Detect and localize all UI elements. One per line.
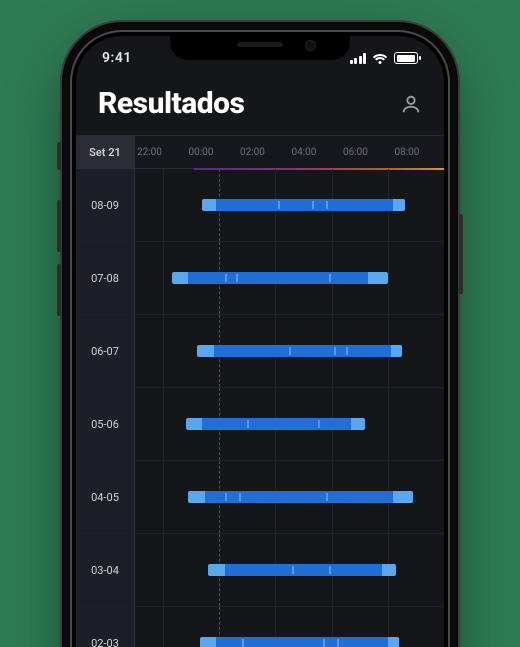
sleep-track [135, 461, 444, 533]
sleep-row[interactable]: 06-07 [76, 315, 444, 388]
silence-switch [57, 142, 61, 170]
hour-tick: 08:00 [393, 136, 445, 168]
volume-up-button [57, 200, 61, 252]
sleep-row[interactable]: 04-05 [76, 461, 444, 534]
gridline [163, 388, 164, 460]
sleep-row-label: 02-03 [76, 607, 135, 647]
gridline [163, 169, 164, 241]
wake-mark [337, 639, 339, 647]
cellular-icon [350, 53, 367, 64]
wake-mark [242, 639, 244, 647]
sleep-row[interactable]: 07-08 [76, 242, 444, 315]
sleep-bar[interactable] [172, 272, 388, 284]
sleep-track [135, 315, 444, 387]
sleep-track [135, 388, 444, 460]
gridline [388, 242, 389, 314]
wake-mark [225, 274, 227, 282]
wake-mark [292, 566, 294, 574]
power-button [459, 214, 463, 294]
sleep-bar[interactable] [186, 418, 366, 430]
wake-mark [312, 201, 314, 209]
hour-tick: 06:00 [341, 136, 393, 168]
deep-sleep-segment [216, 199, 393, 211]
deep-sleep-segment [205, 491, 393, 503]
wake-mark [346, 347, 348, 355]
sleep-row-label: 05-06 [76, 388, 135, 460]
screen: 9:41 Resultados [76, 36, 444, 647]
sleep-bar[interactable] [202, 199, 404, 211]
sleep-row[interactable]: 03-04 [76, 534, 444, 607]
timeline-header: Set 21 22:0000:0002:0004:0006:0008:00 [76, 135, 444, 169]
deep-sleep-segment [188, 272, 368, 284]
sleep-row[interactable]: 05-06 [76, 388, 444, 461]
status-icons [350, 52, 419, 64]
phone-notch [170, 32, 350, 60]
hour-tick: 02:00 [238, 136, 290, 168]
sleep-track [135, 242, 444, 314]
sleep-row-label: 06-07 [76, 315, 135, 387]
sleep-row-label: 07-08 [76, 242, 135, 314]
sleep-row[interactable]: 02-03 [76, 607, 444, 647]
wake-mark [329, 274, 331, 282]
sleep-row-label: 04-05 [76, 461, 135, 533]
gridline [163, 315, 164, 387]
sleep-track [135, 169, 444, 241]
wake-mark [236, 274, 238, 282]
wake-mark [318, 420, 320, 428]
timeline-date-label[interactable]: Set 21 [76, 136, 135, 168]
sleep-bar[interactable] [200, 637, 399, 647]
gridline [163, 242, 164, 314]
wake-mark [334, 347, 336, 355]
hour-tick: 22:00 [135, 136, 187, 168]
sleep-track [135, 534, 444, 606]
deep-sleep-segment [202, 418, 351, 430]
phone-frame: 9:41 Resultados [72, 32, 448, 647]
wake-mark [326, 201, 328, 209]
sleep-row-label: 03-04 [76, 534, 135, 606]
battery-icon [394, 52, 418, 64]
sleep-rows[interactable]: 08-0907-0806-0705-0604-0503-0402-03 [76, 169, 444, 647]
gridline [163, 461, 164, 533]
deep-sleep-segment [225, 564, 382, 576]
wake-mark [329, 566, 331, 574]
timeline-scale: 22:0000:0002:0004:0006:0008:00 [135, 136, 444, 168]
volume-down-button [57, 264, 61, 316]
gridline [163, 607, 164, 647]
gridline [388, 388, 389, 460]
sleep-bar[interactable] [197, 345, 402, 357]
wifi-icon [372, 52, 388, 64]
page-title: Resultados [98, 86, 244, 121]
wake-mark [247, 420, 249, 428]
gridline [163, 534, 164, 606]
sleep-bar[interactable] [188, 491, 413, 503]
wake-mark [326, 493, 328, 501]
page-header: Resultados [76, 80, 444, 135]
wake-mark [323, 639, 325, 647]
wake-mark [278, 201, 280, 209]
status-time: 9:41 [102, 50, 132, 66]
deep-sleep-segment [214, 345, 391, 357]
sleep-track [135, 607, 444, 647]
hour-tick: 04:00 [290, 136, 342, 168]
profile-icon[interactable] [400, 93, 422, 115]
wake-mark [225, 493, 227, 501]
wake-mark [289, 347, 291, 355]
sleep-row-label: 08-09 [76, 169, 135, 241]
sleep-bar[interactable] [208, 564, 396, 576]
hour-tick: 00:00 [187, 136, 239, 168]
wake-mark [239, 493, 241, 501]
sleep-row[interactable]: 08-09 [76, 169, 444, 242]
